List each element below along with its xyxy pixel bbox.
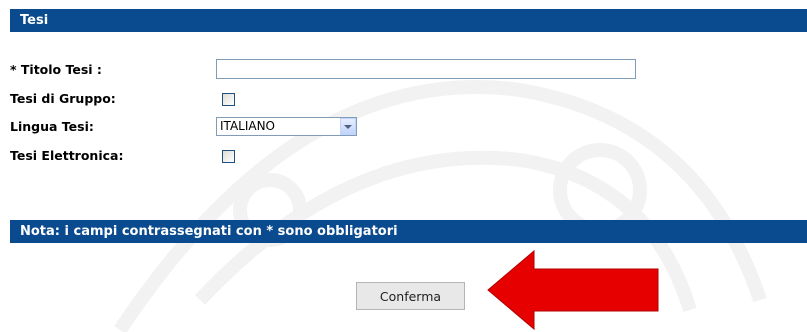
section-title: Tesi: [20, 13, 49, 28]
conferma-button[interactable]: Conferma: [356, 282, 465, 310]
gruppo-label: Tesi di Gruppo:: [10, 91, 116, 106]
tesi-elettronica-checkbox[interactable]: [222, 150, 235, 163]
tesi-gruppo-checkbox[interactable]: [222, 93, 235, 106]
lingua-selected-value: ITALIANO: [220, 119, 276, 133]
note-text: Nota: i campi contrassegnati con * sono …: [20, 224, 398, 239]
titolo-label: * Titolo Tesi :: [10, 62, 102, 77]
section-title-bar: Tesi: [10, 9, 807, 32]
titolo-tesi-input[interactable]: [216, 59, 636, 79]
elettronica-label: Tesi Elettronica:: [10, 148, 124, 163]
note-bar: Nota: i campi contrassegnati con * sono …: [10, 220, 807, 243]
lingua-label: Lingua Tesi:: [10, 119, 94, 134]
lingua-tesi-select[interactable]: ITALIANO: [216, 117, 357, 136]
chevron-down-icon[interactable]: [340, 118, 356, 135]
red-arrow-icon: [487, 249, 659, 331]
